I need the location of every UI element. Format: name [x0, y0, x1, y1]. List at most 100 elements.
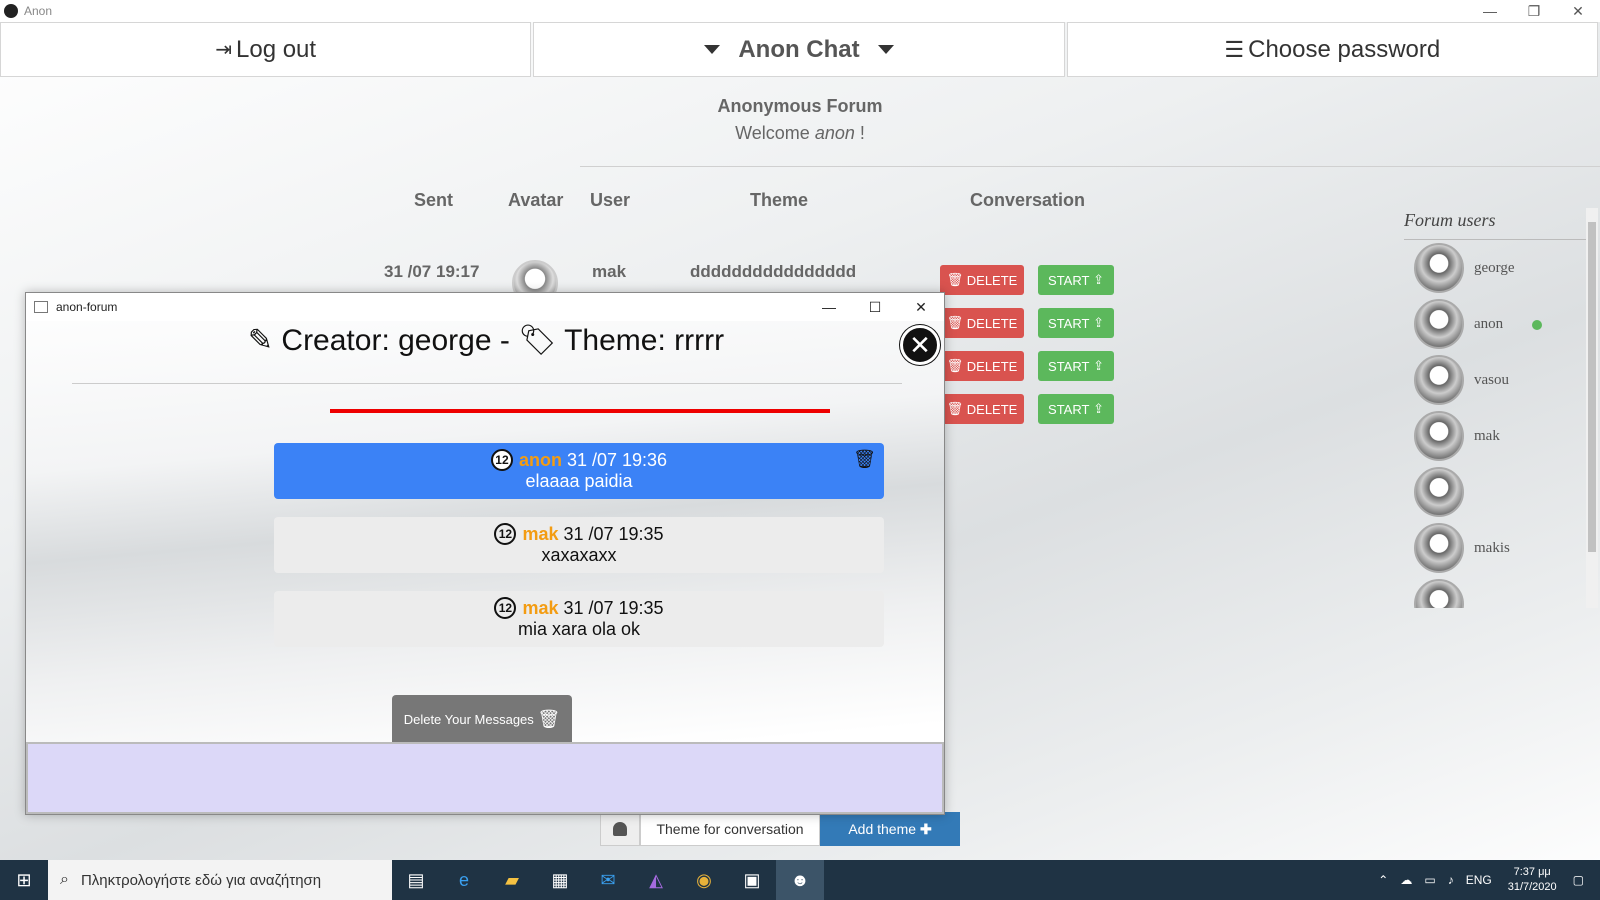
header-theme: Theme: [750, 190, 809, 210]
trash-icon: 🗑: [537, 708, 561, 729]
close-button[interactable]: ✕: [898, 293, 944, 321]
start-button[interactable]: START ⇪: [1038, 394, 1114, 424]
anonymous-logo-icon: [4, 4, 18, 18]
scrollbar-thumb[interactable]: [1588, 222, 1596, 552]
avatar: [1414, 411, 1464, 461]
close-conversation-button[interactable]: ✕: [900, 325, 940, 365]
top-nav: ⇥ Log out Anon Chat ☰ Choose password: [0, 22, 1600, 77]
edge-icon[interactable]: e: [440, 860, 488, 900]
choose-password-label: Choose password: [1248, 35, 1441, 63]
divider: [580, 166, 1600, 167]
task-view-icon[interactable]: ▤: [392, 860, 440, 900]
header-conversation: Conversation: [970, 190, 1086, 210]
delete-button[interactable]: 🗑 DELETE: [940, 351, 1024, 381]
minimize-button[interactable]: —: [806, 293, 852, 321]
forum-heading: Anonymous Forum Welcome anon !: [640, 96, 960, 144]
user-item[interactable]: [1404, 464, 1590, 520]
avatar: [1414, 467, 1464, 517]
users-scrollbar[interactable]: [1586, 208, 1598, 608]
theme-label: Theme: rrrrr: [564, 324, 725, 357]
delete-your-messages-button[interactable]: Delete Your Messages 🗑: [392, 695, 572, 743]
restore-button[interactable]: ❐: [1512, 0, 1556, 22]
avatar: [1414, 523, 1464, 573]
windows-start-icon[interactable]: ⊞: [0, 860, 48, 900]
delete-button[interactable]: 🗑 DELETE: [940, 265, 1024, 295]
clock[interactable]: 7:37 μμ 31/7/2020: [1508, 865, 1557, 895]
start-button[interactable]: START ⇪: [1038, 308, 1114, 338]
creator-label: Creator: george -: [281, 324, 519, 357]
avatar: [1414, 579, 1464, 608]
row-user: mak: [592, 262, 627, 281]
header-sent: Sent: [414, 190, 454, 210]
logout-icon: ⇥: [215, 39, 232, 61]
logout-label: Log out: [236, 35, 317, 63]
system-tray: ⌃ ☁ ▭ ♪ ENG 7:37 μμ 31/7/2020 ▢: [1372, 860, 1600, 900]
taskbar-search[interactable]: ⌕ Πληκτρολογήστε εδώ για αναζήτηση: [48, 860, 392, 900]
welcome-text: Welcome anon !: [735, 123, 865, 143]
store-icon[interactable]: ▦: [536, 860, 584, 900]
online-indicator: [1532, 320, 1542, 330]
row-theme: dddddddddddddddd: [690, 262, 857, 281]
maximize-button[interactable]: ☐: [852, 293, 898, 321]
tag-icon: 🏷: [518, 324, 557, 357]
theme-input[interactable]: Theme for conversation: [640, 812, 820, 846]
minimize-button[interactable]: —: [1468, 0, 1512, 22]
chrome-icon[interactable]: ◉: [680, 860, 728, 900]
user-item[interactable]: george: [1404, 240, 1590, 296]
visual-studio-icon[interactable]: ◭: [632, 860, 680, 900]
trash-icon[interactable]: 🗑: [853, 449, 876, 470]
user-item[interactable]: makis: [1404, 520, 1590, 576]
delete-button[interactable]: 🗑 DELETE: [940, 394, 1024, 424]
network-icon[interactable]: ▭: [1424, 873, 1435, 887]
user-item[interactable]: anon: [1404, 296, 1590, 352]
anon-app-icon[interactable]: ☻: [776, 860, 824, 900]
caret-down-icon: [877, 45, 894, 54]
cloud-icon[interactable]: ☁: [1400, 873, 1412, 887]
search-icon: ⌕: [60, 871, 69, 888]
header-user: User: [590, 190, 631, 210]
header-avatar: Avatar: [508, 190, 564, 210]
language-indicator[interactable]: ENG: [1466, 873, 1492, 887]
caret-down-icon: [704, 45, 721, 54]
message-input[interactable]: [26, 742, 944, 814]
user-item[interactable]: mak: [1404, 408, 1590, 464]
add-theme-button[interactable]: Add theme ✚: [820, 812, 960, 846]
file-explorer-icon[interactable]: ▰: [488, 860, 536, 900]
divider: [72, 383, 902, 384]
window-titlebar: Anon — ❐ ✕: [0, 0, 1600, 22]
red-divider: [330, 409, 830, 413]
message-text: elaaaa paidia: [525, 471, 633, 491]
row-sent: 31 /07 19:17: [384, 262, 480, 281]
choose-password-button[interactable]: ☰ Choose password: [1066, 22, 1598, 77]
mail-icon[interactable]: ✉: [584, 860, 632, 900]
notifications-icon[interactable]: ▢: [1573, 873, 1584, 887]
user-item[interactable]: [1404, 576, 1590, 608]
forum-users-title: Forum users: [1404, 210, 1590, 240]
menu-icon: ☰: [1224, 36, 1245, 62]
message-item: 12 anon 31 /07 19:36 elaaaa paidia 🗑: [274, 443, 884, 499]
user-icon: [600, 812, 640, 846]
start-button[interactable]: START ⇪: [1038, 265, 1114, 295]
app-icon[interactable]: ▣: [728, 860, 776, 900]
forum-title: Anonymous Forum: [717, 96, 883, 116]
clock-icon: 12: [494, 597, 517, 619]
message-text: xaxaxaxx: [541, 545, 617, 565]
user-item[interactable]: vasou: [1404, 352, 1590, 408]
window-icon: [34, 301, 48, 313]
window-title: Anon: [24, 4, 53, 18]
pencil-icon: ✎: [247, 324, 274, 357]
conversation-window: anon-forum — ☐ ✕ ✎ Creator: george - 🏷 T…: [25, 292, 945, 815]
volume-icon[interactable]: ♪: [1448, 873, 1454, 887]
brand-dropdown[interactable]: Anon Chat: [533, 22, 1065, 77]
clock-icon: 12: [490, 449, 513, 471]
chevron-up-icon[interactable]: ⌃: [1378, 873, 1388, 887]
close-button[interactable]: ✕: [1556, 0, 1600, 22]
logout-button[interactable]: ⇥ Log out: [0, 22, 532, 77]
start-button[interactable]: START ⇪: [1038, 351, 1114, 381]
delete-button[interactable]: 🗑 DELETE: [940, 308, 1024, 338]
plus-icon: ✚: [919, 820, 932, 837]
message-text: mia xara ola ok: [517, 619, 641, 639]
avatar: [1414, 243, 1464, 293]
brand-label: Anon Chat: [738, 35, 860, 63]
popup-titlebar: anon-forum — ☐ ✕: [26, 293, 944, 321]
